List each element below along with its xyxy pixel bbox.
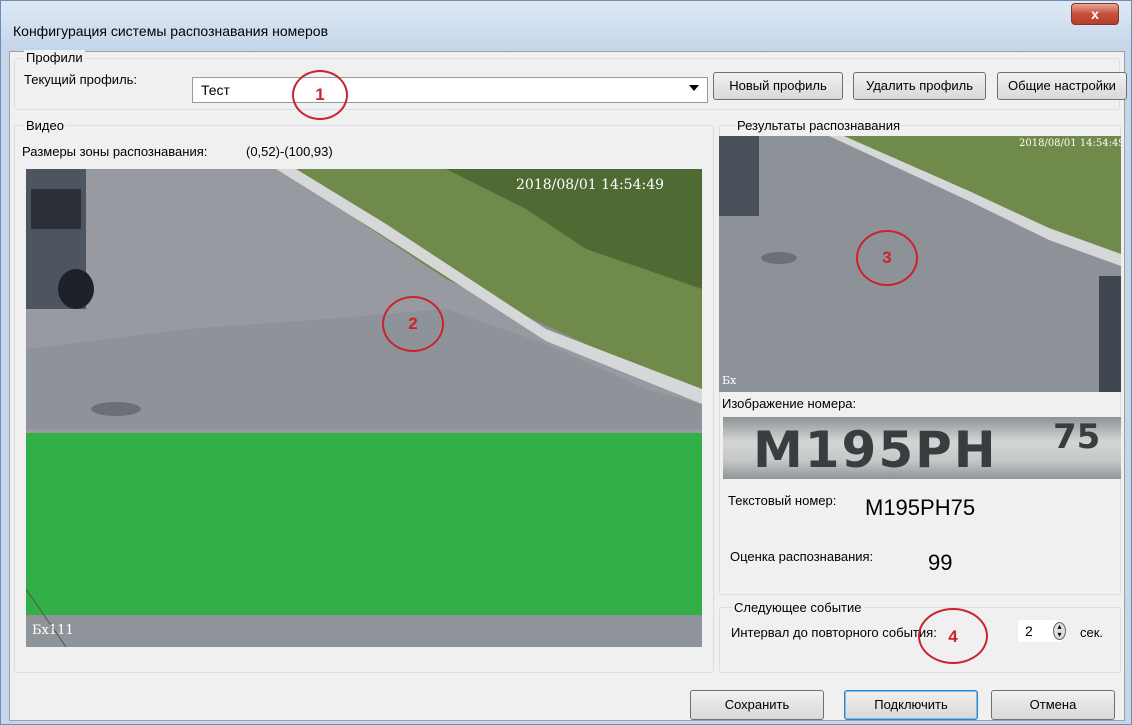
score-label: Оценка распознавания: <box>730 549 874 564</box>
annotation-marker-2: 2 <box>382 296 444 352</box>
video-frame-image <box>26 169 702 647</box>
zone-size-label: Размеры зоны распознавания: <box>22 144 208 159</box>
annotation-marker-4: 4 <box>918 608 988 664</box>
save-button[interactable]: Сохранить <box>690 690 824 720</box>
plate-image-label: Изображение номера: <box>722 396 857 411</box>
general-settings-button[interactable]: Общие настройки <box>997 72 1127 100</box>
profiles-group-title: Профили <box>24 50 85 65</box>
video-timestamp: 2018/08/01 14:54:49 <box>516 177 665 193</box>
title-bar[interactable]: Конфигурация системы распознавания номер… <box>1 1 1131 41</box>
connect-button[interactable]: Подключить <box>844 690 978 720</box>
annotation-marker-1: 1 <box>292 70 348 120</box>
text-number-label: Текстовый номер: <box>728 493 837 508</box>
plate-image-region: 75 <box>1053 417 1101 457</box>
result-frame-drawing <box>719 136 1121 392</box>
video-preview[interactable]: 2018/08/01 14:54:49 Бх111 <box>26 169 702 647</box>
zone-size-value: (0,52)-(100,93) <box>246 144 333 159</box>
delete-profile-button[interactable]: Удалить профиль <box>853 72 986 100</box>
video-corner-text: Бх111 <box>32 623 74 638</box>
result-corner-text: Бх <box>722 374 737 387</box>
new-profile-button[interactable]: Новый профиль <box>713 72 843 100</box>
window-title: Конфигурация системы распознавания номер… <box>13 23 329 39</box>
plate-image-number: М195РН <box>753 421 998 479</box>
chevron-down-icon[interactable] <box>689 85 699 91</box>
interval-unit: сек. <box>1080 625 1104 640</box>
score-value: 99 <box>928 550 953 575</box>
profile-select-value: Тест <box>201 82 230 98</box>
cancel-button[interactable]: Отмена <box>991 690 1115 720</box>
plate-image: М195РН 75 <box>723 417 1121 479</box>
result-timestamp: 2018/08/01 14:54:49 <box>1019 138 1121 149</box>
dialog-client-area: Профили Текущий профиль: Тест Новый проф… <box>9 50 1127 721</box>
current-profile-label: Текущий профиль: <box>24 72 138 87</box>
dialog-window: Конфигурация системы распознавания номер… <box>0 0 1132 725</box>
profile-select[interactable]: Тест <box>192 77 708 103</box>
interval-label: Интервал до повторного события: <box>731 625 937 640</box>
close-button[interactable]: x <box>1071 3 1119 25</box>
video-group-title: Видео <box>24 118 66 133</box>
results-group-title: Результаты распознавания <box>735 118 903 133</box>
spin-updown-icon[interactable]: ▴ ▾ <box>1053 622 1066 640</box>
result-frame-image: 2018/08/01 14:54:49 Бх <box>719 136 1121 392</box>
text-number-value: М195РН75 <box>865 495 976 520</box>
next-event-group-title: Следующее событие <box>732 600 864 615</box>
annotation-marker-3: 3 <box>856 230 918 286</box>
